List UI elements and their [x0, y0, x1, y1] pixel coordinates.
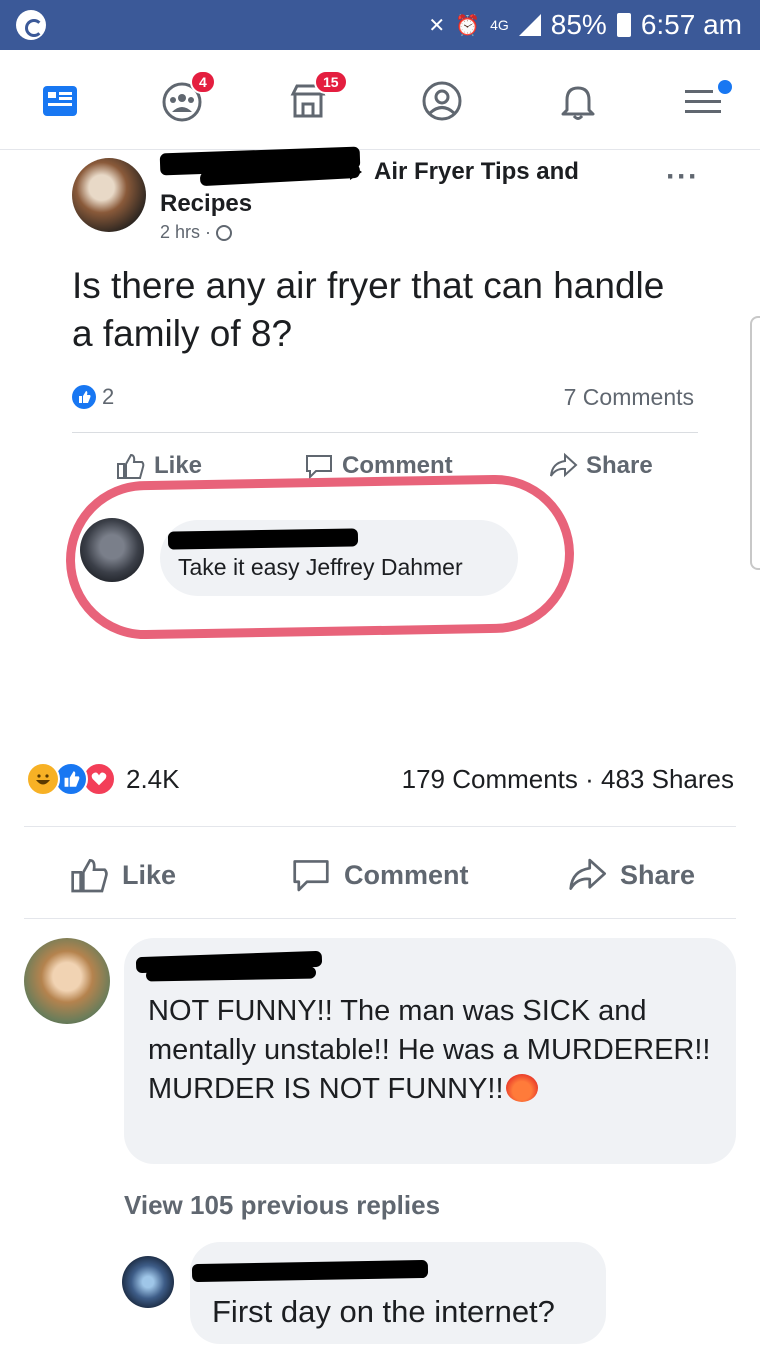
share-label: Share: [586, 452, 653, 479]
signal-icon: [518, 14, 541, 36]
shared-reactions[interactable]: 2: [72, 384, 114, 410]
more-options-icon[interactable]: ···: [666, 160, 699, 194]
status-bar: ✕ ⏰ 4G 85% 6:57 am: [0, 0, 760, 50]
shared-share-button[interactable]: Share: [548, 452, 653, 480]
like-button[interactable]: Like: [70, 856, 176, 894]
haha-reaction-icon: [26, 762, 60, 796]
share-icon: [569, 858, 606, 890]
share-icon: [550, 452, 578, 478]
mute-icon: ✕: [428, 14, 446, 37]
post-meta: 2 hrs ·: [160, 222, 233, 243]
post-time: 2 hrs ·: [160, 222, 217, 242]
poster-avatar[interactable]: [72, 158, 146, 232]
highlight-circle: [64, 473, 576, 641]
thumbs-up-icon: [71, 858, 108, 893]
notifications-icon: [561, 86, 595, 120]
divider: [24, 826, 736, 827]
like-label: Like: [122, 859, 177, 890]
marketplace-badge: 15: [314, 70, 348, 94]
menu-notification-dot: [718, 80, 732, 94]
divider: [72, 432, 698, 433]
status-bar-right: ✕ ⏰ 4G 85% 6:57 am: [428, 8, 742, 42]
shared-reaction-count: 2: [102, 384, 115, 409]
alarm-icon: ⏰: [455, 14, 481, 37]
arrow-to-group-icon: [350, 164, 362, 180]
like-label: Like: [154, 452, 203, 479]
comment-icon: [293, 860, 329, 892]
nav-notifications[interactable]: [548, 76, 608, 126]
profile-icon: [422, 81, 462, 121]
shared-comments-count[interactable]: 7 Comments: [564, 384, 694, 411]
news-feed-icon: [43, 86, 77, 116]
share-button[interactable]: Share: [566, 856, 695, 894]
reply-text: First day on the internet?: [212, 1294, 555, 1329]
nav-groups[interactable]: 4: [152, 70, 216, 126]
app-indicator-icon: [16, 10, 46, 40]
group-name-cont[interactable]: Recipes: [160, 190, 252, 218]
outer-reaction-count: 2.4K: [126, 763, 180, 794]
comment-body: NOT FUNNY!! The man was SICK and mentall…: [148, 995, 711, 1105]
comment-text: NOT FUNNY!! The man was SICK and mentall…: [148, 992, 718, 1109]
like-reaction-icon: [72, 385, 96, 409]
nav-marketplace[interactable]: 15: [278, 70, 348, 126]
shared-like-button[interactable]: Like: [116, 452, 202, 480]
thumbs-up-icon: [117, 453, 145, 479]
group-name[interactable]: Air Fryer Tips and: [374, 158, 579, 186]
battery-icon: [616, 13, 631, 37]
clock: 6:57 am: [640, 9, 742, 40]
divider: [24, 918, 736, 919]
outer-reactions[interactable]: 2.4K: [26, 762, 180, 796]
share-label: Share: [620, 859, 696, 890]
top-nav: 4 15: [0, 50, 760, 150]
angry-face-icon: [505, 1074, 538, 1102]
replier-avatar[interactable]: [122, 1256, 174, 1308]
nav-news-feed[interactable]: [30, 76, 90, 126]
groups-badge: 4: [190, 70, 216, 94]
comment-button[interactable]: Comment: [290, 856, 469, 894]
outer-stats[interactable]: 179 Comments · 483 Shares: [402, 764, 734, 795]
scroll-indicator: [750, 316, 760, 570]
comment-icon: [306, 455, 332, 480]
view-previous-replies[interactable]: View 105 previous replies: [124, 1190, 440, 1221]
comment-label: Comment: [344, 859, 469, 890]
nav-menu[interactable]: [674, 76, 734, 126]
network-label: 4G: [490, 17, 509, 33]
post-text: Is there any air fryer that can handle a…: [72, 265, 665, 354]
battery-percent: 85%: [550, 9, 607, 40]
globe-icon: [216, 225, 233, 242]
nav-profile[interactable]: [412, 76, 472, 126]
commenter-avatar[interactable]: [24, 938, 110, 1024]
